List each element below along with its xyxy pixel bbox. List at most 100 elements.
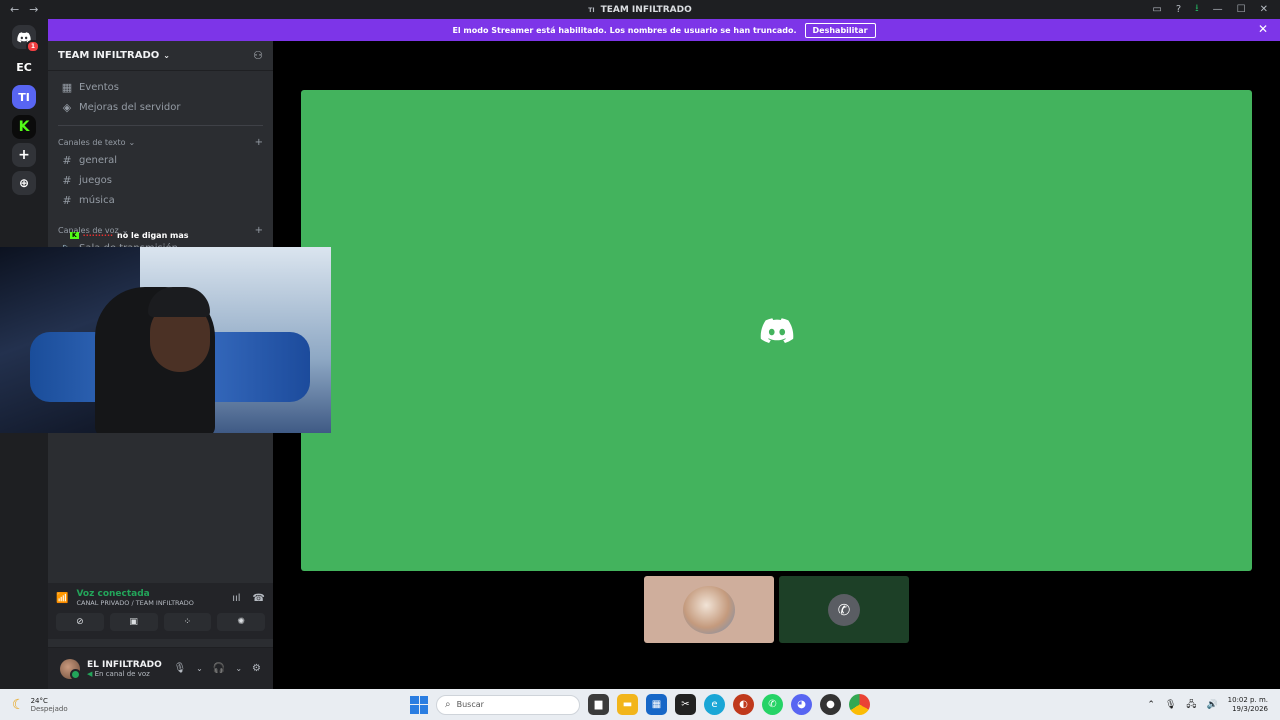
inbox-icon[interactable]: ▭ xyxy=(1152,4,1161,15)
activities-icon: ⁘ xyxy=(183,617,192,627)
settings-gear-icon[interactable]: ⚙ xyxy=(252,663,261,674)
soundboard-icon: ✺ xyxy=(237,617,245,627)
signal-icon[interactable]: 📶 xyxy=(56,593,68,604)
minimize-icon[interactable]: — xyxy=(1213,4,1223,15)
sidebar-divider xyxy=(58,125,263,126)
participant-tile[interactable]: ✆ xyxy=(779,576,909,643)
chevron-up-icon[interactable]: ⌃ xyxy=(1147,700,1155,710)
download-icon[interactable]: ⭳ xyxy=(1195,1,1199,18)
user-panel: EL INFILTRADO ◀ En canal de voz 🎙 ⌄ 🎧 ⌄ … xyxy=(48,647,273,689)
invite-people-icon[interactable]: ⚇ xyxy=(253,49,263,62)
chrome-icon[interactable] xyxy=(849,694,870,715)
chevron-down-icon: ⌄ xyxy=(163,51,170,60)
volume-icon[interactable]: 🔊 xyxy=(1206,700,1217,710)
weather-widget[interactable]: ☾ 24°C Despejado xyxy=(0,697,200,713)
windows-taskbar: ☾ 24°C Despejado ⌕ Buscar ▆ ▬ ▦ ✂ e ◐ ✆ … xyxy=(0,689,1280,720)
camera-off-button[interactable]: ⊘ xyxy=(56,613,104,631)
taskbar-search[interactable]: ⌕ Buscar xyxy=(436,694,580,715)
phone-icon: ✆ xyxy=(828,593,860,626)
noise-suppression-icon[interactable]: ııl xyxy=(232,593,240,604)
channel-label: música xyxy=(79,194,115,206)
streamer-mode-banner: El modo Streamer está habilitado. Los no… xyxy=(48,19,1280,41)
discord-logo-icon xyxy=(760,317,793,343)
disable-streamer-button[interactable]: Deshabilitar xyxy=(804,22,876,38)
server-ec[interactable]: EC xyxy=(12,55,36,79)
moon-icon: ☾ xyxy=(12,696,25,713)
capcut-icon[interactable]: ✂ xyxy=(675,694,696,715)
title-bar: ← → TI TEAM INFILTRADO ▭ ? ⭳ — ☐ ✕ xyxy=(0,0,1280,19)
window-title-text: TEAM INFILTRADO xyxy=(600,4,692,15)
help-icon[interactable]: ? xyxy=(1176,4,1181,15)
windows-start-icon[interactable] xyxy=(410,695,428,714)
hashtag-icon: # xyxy=(62,193,72,207)
server-header[interactable]: TEAM INFILTRADO ⌄ ⚇ xyxy=(48,41,273,71)
participant-tile[interactable] xyxy=(644,576,774,643)
channel-label: juegos xyxy=(79,174,112,186)
events-item[interactable]: ▦ Eventos xyxy=(48,77,273,97)
channel-musica[interactable]: # música xyxy=(48,190,273,210)
app-icon[interactable]: ◐ xyxy=(733,694,754,715)
microphone-icon[interactable]: 🎙 xyxy=(173,663,186,674)
voice-status: Voz conectada xyxy=(76,589,150,599)
maximize-icon[interactable]: ☐ xyxy=(1237,4,1246,15)
events-label: Eventos xyxy=(79,81,119,93)
server-team-infiltrado[interactable]: TI xyxy=(12,85,36,109)
hashtag-icon: # xyxy=(62,153,72,167)
voice-channel-path[interactable]: CANAL PRIVADO / TEAM INFILTRADO xyxy=(76,599,193,607)
channel-label: general xyxy=(79,154,118,166)
voice-connected-panel: 📶 Voz conectada CANAL PRIVADO / TEAM INF… xyxy=(48,583,273,639)
temperature: 24°C xyxy=(30,696,48,705)
channel-general[interactable]: # general xyxy=(48,150,273,170)
microphone-icon[interactable]: 🎙 xyxy=(1165,700,1176,710)
soundboard-button[interactable]: ✺ xyxy=(217,613,265,631)
server-name: TEAM INFILTRADO xyxy=(58,50,160,61)
server-boosts-item[interactable]: ◈ Mejoras del servidor xyxy=(48,97,273,117)
main-video-tile[interactable] xyxy=(301,90,1252,571)
window-title: TI TEAM INFILTRADO xyxy=(0,5,1280,15)
camera-off-icon: ⊘ xyxy=(76,617,84,627)
participant-avatar xyxy=(683,585,735,634)
chat-message: no le digan mas xyxy=(117,231,189,240)
whatsapp-icon[interactable]: ✆ xyxy=(762,694,783,715)
banner-message: El modo Streamer está habilitado. Los no… xyxy=(452,25,797,35)
close-icon[interactable]: ✕ xyxy=(1260,4,1268,15)
obs-icon[interactable]: ● xyxy=(820,694,841,715)
close-banner-icon[interactable]: ✕ xyxy=(1258,22,1268,36)
kick-icon[interactable]: K xyxy=(12,115,36,139)
clock-time: 10:02 p. m. xyxy=(1227,695,1268,704)
store-icon[interactable]: ▦ xyxy=(646,694,667,715)
chevron-down-icon[interactable]: ⌄ xyxy=(196,664,203,673)
user-status: ◀ En canal de voz xyxy=(87,670,162,678)
chevron-down-icon[interactable]: ⌄ xyxy=(235,664,242,673)
hashtag-icon: # xyxy=(62,173,72,187)
chat-username: ·········· xyxy=(82,231,114,240)
add-server-icon[interactable]: + xyxy=(12,143,36,167)
discord-taskbar-icon[interactable]: ◕ xyxy=(791,694,812,715)
clock[interactable]: 10:02 p. m. 19/3/2026 xyxy=(1228,696,1268,714)
network-icon[interactable]: 🖧 xyxy=(1186,697,1196,713)
discord-home-icon[interactable]: 1 xyxy=(12,25,40,53)
user-status-text: En canal de voz xyxy=(94,669,150,678)
webcam-overlay xyxy=(0,247,331,433)
file-explorer-icon[interactable]: ▬ xyxy=(617,694,638,715)
screen-share-button[interactable]: ▣ xyxy=(109,613,158,631)
text-channels-category[interactable]: Canales de texto ⌄ + xyxy=(48,134,273,150)
boost-icon: ◈ xyxy=(62,100,72,114)
edge-icon[interactable]: e xyxy=(704,694,725,715)
back-arrow-icon[interactable]: ← xyxy=(10,3,19,16)
headphones-icon[interactable]: 🎧 xyxy=(213,663,225,674)
avatar[interactable] xyxy=(60,658,81,680)
search-placeholder: Buscar xyxy=(456,700,484,709)
add-channel-icon[interactable]: + xyxy=(255,225,263,236)
voice-stage: ✆ xyxy=(273,41,1280,689)
chevron-down-icon: ⌄ xyxy=(128,137,136,147)
disconnect-icon[interactable]: ☎ xyxy=(253,593,265,604)
channel-juegos[interactable]: # juegos xyxy=(48,170,273,190)
system-tray: ⌃ 🎙 🖧 🔊 10:02 p. m. 19/3/2026 xyxy=(1147,696,1268,714)
activities-button[interactable]: ⁘ xyxy=(163,613,212,631)
forward-arrow-icon[interactable]: → xyxy=(29,3,38,16)
task-view-icon[interactable]: ▆ xyxy=(588,694,609,715)
explore-icon[interactable]: ⊕ xyxy=(12,171,36,195)
add-channel-icon[interactable]: + xyxy=(255,137,263,148)
screen-share-icon: ▣ xyxy=(129,617,138,627)
